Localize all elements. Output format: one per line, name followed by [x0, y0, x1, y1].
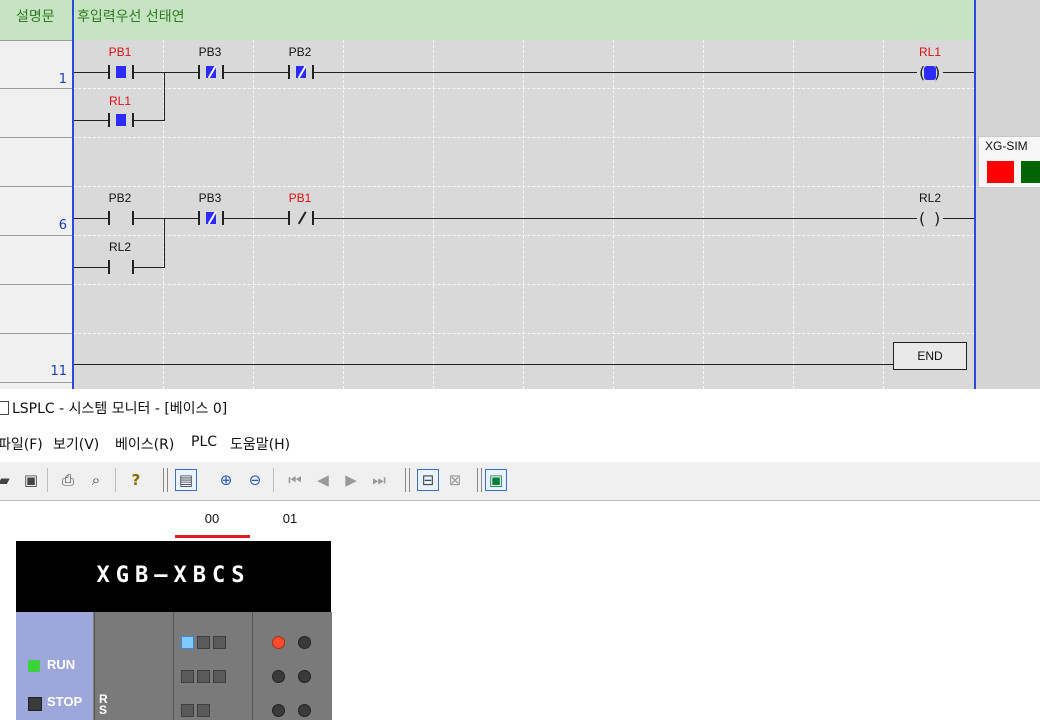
row-divider [0, 88, 72, 89]
row-divider [0, 40, 72, 41]
help-icon[interactable]: ? [126, 470, 146, 490]
menu-plc[interactable]: PLC [191, 434, 217, 450]
slot-label[interactable]: 01 [270, 511, 310, 526]
comment-text: 후입력우선 선태연 [77, 9, 185, 25]
connect-icon[interactable]: ⊟ [417, 469, 439, 491]
print-preview-icon[interactable]: ⌕ [86, 470, 106, 490]
rs-label: RS [99, 692, 108, 717]
io-led-icon [181, 670, 194, 683]
menu-view[interactable]: 보기(V) [53, 434, 99, 454]
row-divider [0, 186, 72, 187]
contact-pb1-nc[interactable] [288, 211, 314, 225]
coil-label: RL2 [918, 191, 941, 205]
contact-label: PB3 [198, 45, 222, 59]
base-view: 00 01 XGB—XBCS RUN STOP RS [0, 501, 1040, 720]
row-divider [0, 137, 72, 138]
save-icon[interactable]: ▣ [21, 470, 41, 490]
row-number: 11 [50, 364, 67, 379]
row-divider [0, 284, 72, 285]
menu-help[interactable]: 도움말(H) [230, 434, 290, 454]
plc-header: XGB—XBCS [16, 541, 331, 612]
contact-pb3-nc[interactable] [198, 65, 224, 79]
row-divider [0, 382, 72, 383]
open-icon[interactable]: ▰ [0, 470, 14, 490]
contact-pb2[interactable] [108, 211, 134, 225]
io-led-icon [213, 636, 226, 649]
zoom-out-icon[interactable]: ⊖ [245, 470, 265, 490]
contact-pb1[interactable] [108, 65, 134, 79]
contact-rl1[interactable] [108, 113, 134, 127]
monitor-title-bar[interactable]: LSPLC - 시스템 모니터 - [베이스 0] [0, 389, 1040, 425]
coil-rl1[interactable]: () [917, 63, 943, 82]
row-number: 1 [58, 72, 67, 87]
menu-bar: 파일(F) 보기(V) 베이스(R) PLC 도움말(H) [0, 428, 1040, 460]
comment-label: 설명문 [16, 9, 55, 25]
run-label: RUN [47, 657, 76, 672]
io-led-icon [197, 670, 210, 683]
plc-comm-panel: RS [94, 612, 173, 720]
first-icon[interactable]: ⏮ [285, 470, 305, 490]
status-led-icon [272, 670, 285, 683]
contact-rl2[interactable] [108, 260, 134, 274]
contact-label: PB3 [198, 191, 222, 205]
io-led-icon [213, 670, 226, 683]
coil-rl2[interactable]: () [917, 209, 943, 228]
contact-label: PB1 [108, 45, 132, 59]
system-icon[interactable]: ▣ [485, 469, 507, 491]
ladder-right-margin [976, 0, 1040, 389]
io-led-icon [197, 704, 210, 717]
zoom-in-icon[interactable]: ⊕ [216, 470, 236, 490]
ladder-editor[interactable]: 1 6 11 설명문 후입력우선 선태연 PB1 RL1 PB3 PB2 RL1… [0, 0, 1040, 389]
toolbar: ▰ ▣ ⎙ ⌕ ? ▤ ⊕ ⊖ ⏮ ◀ ▶ ⏭ ⊟ ⊠ ▣ [0, 462, 1040, 501]
contact-pb2-nc[interactable] [288, 65, 314, 79]
menu-base[interactable]: 베이스(R) [115, 434, 174, 454]
print-icon[interactable]: ⎙ [58, 470, 78, 490]
plc-status-panel: RUN STOP [16, 612, 93, 720]
xg-sim-panel[interactable]: XG-SIM [978, 136, 1040, 188]
contact-label: RL1 [108, 94, 131, 108]
menu-file[interactable]: 파일(F) [0, 434, 43, 454]
last-icon[interactable]: ⏭ [369, 470, 389, 490]
window-title: LSPLC - 시스템 모니터 - [베이스 0] [12, 401, 228, 417]
monitor-icon[interactable]: ▤ [175, 469, 197, 491]
status-led-icon [272, 704, 285, 717]
row-divider [0, 235, 72, 236]
xg-sim-title: XG-SIM [985, 139, 1028, 153]
io-led-icon [181, 636, 194, 649]
left-power-rail [72, 0, 74, 389]
run-led-icon [28, 660, 40, 672]
status-led-icon [298, 636, 311, 649]
end-instruction[interactable]: END [893, 342, 967, 370]
plc-model-name: XGB—XBCS [96, 563, 251, 588]
disconnect-icon[interactable]: ⊠ [445, 470, 465, 490]
slot-label[interactable]: 00 [192, 511, 232, 526]
row-number-gutter: 1 6 11 [0, 0, 73, 389]
contact-label: PB2 [288, 45, 312, 59]
plc-io-leds [173, 612, 252, 720]
stop-label: STOP [47, 694, 83, 709]
status-led-icon [298, 704, 311, 717]
io-led-icon [197, 636, 210, 649]
xg-sim-red-indicator[interactable] [987, 161, 1014, 183]
plc-status-leds [252, 612, 332, 720]
contact-pb3-nc[interactable] [198, 211, 224, 225]
plc-module[interactable]: XGB—XBCS RUN STOP RS [16, 541, 332, 720]
xg-sim-green-indicator[interactable] [1021, 161, 1040, 183]
selected-slot-indicator [175, 535, 250, 538]
rung-comment[interactable]: 설명문 후입력우선 선태연 [0, 0, 975, 40]
io-led-icon [181, 704, 194, 717]
status-led-icon [272, 636, 285, 649]
row-number: 6 [58, 218, 67, 233]
status-led-icon [298, 670, 311, 683]
contact-label: PB1 [288, 191, 312, 205]
prev-icon[interactable]: ◀ [313, 470, 333, 490]
row-divider [0, 333, 72, 334]
contact-label: PB2 [108, 191, 132, 205]
contact-label: RL2 [108, 240, 131, 254]
stop-led-icon [28, 697, 42, 711]
coil-label: RL1 [918, 45, 941, 59]
next-icon[interactable]: ▶ [341, 470, 361, 490]
window-icon [0, 401, 9, 415]
